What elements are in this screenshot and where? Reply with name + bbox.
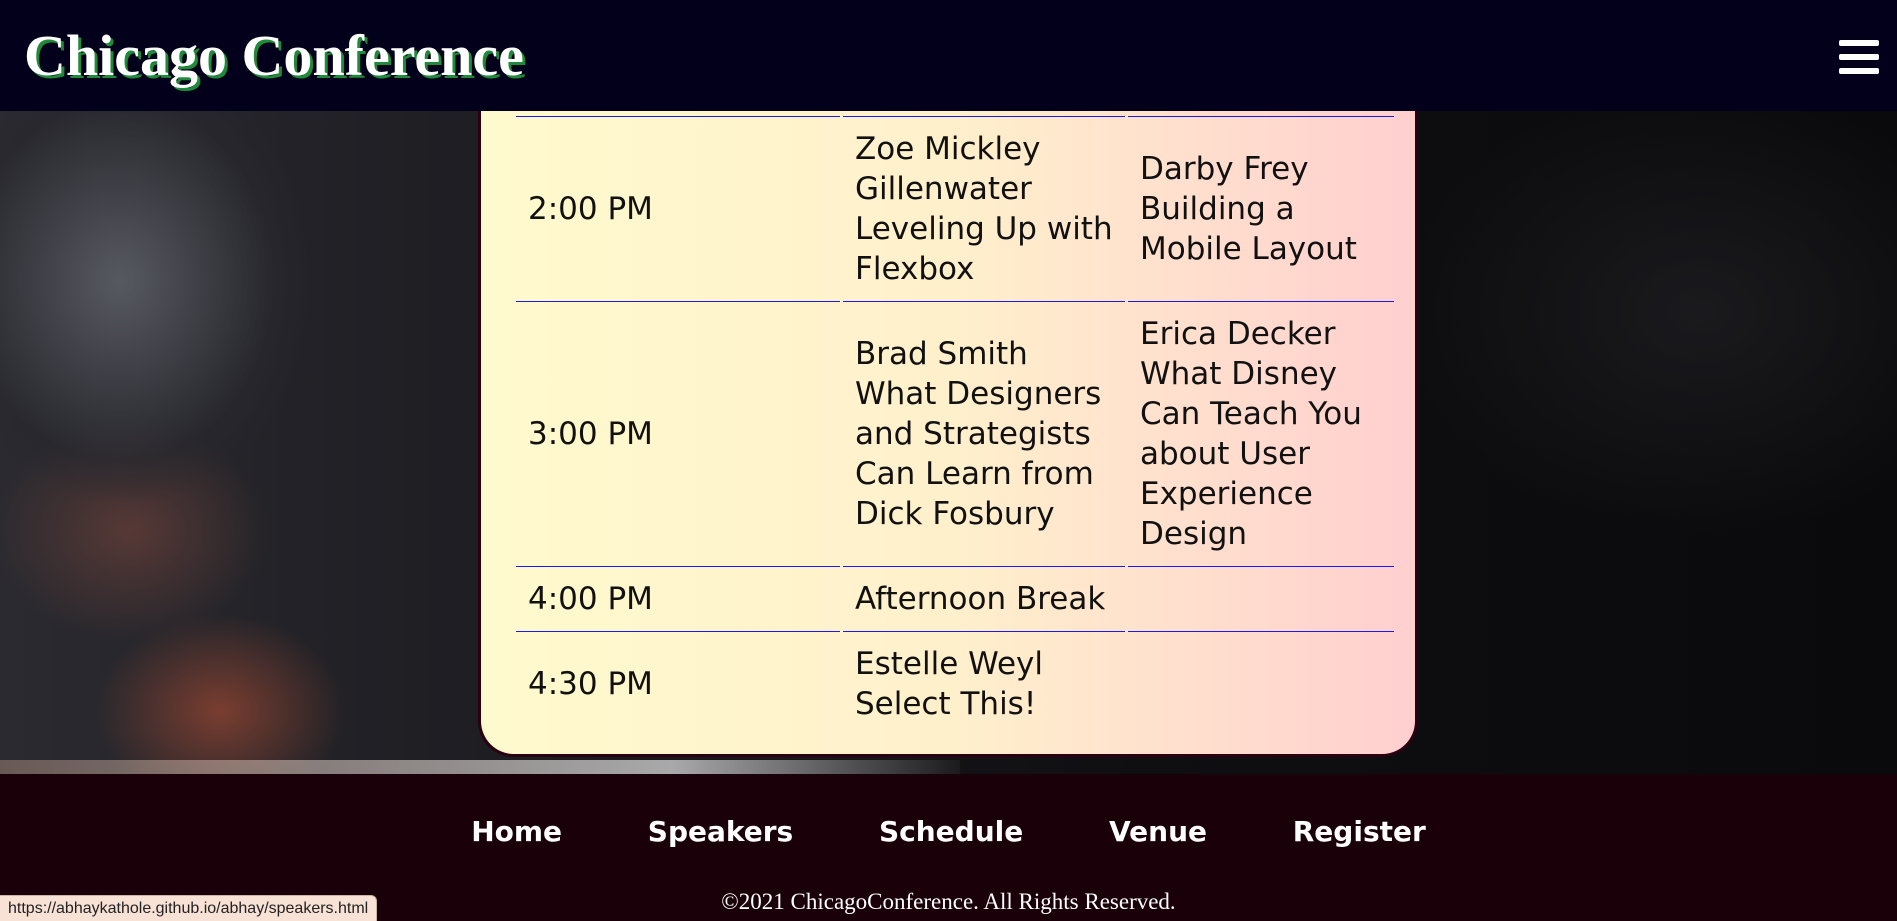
schedule-session-track-a: Brad Smith What Designers and Strategist… [843,301,1125,566]
schedule-time: 4:30 PM [516,631,840,736]
schedule-session-track-a: Estelle Weyl Select This! [843,631,1125,736]
footer-link-schedule[interactable]: Schedule [879,815,1023,848]
table-row: 4:30 PM Estelle Weyl Select This! [516,631,1394,736]
table-row: 4:00 PM Afternoon Break [516,566,1394,631]
schedule-session-track-b [1128,566,1394,631]
footer-link-home[interactable]: Home [471,815,562,848]
table-row: 2:00 PM Zoe Mickley Gillenwater Leveling… [516,116,1394,301]
background-photo-detail [0,760,960,774]
site-header: Chicago Conference [0,0,1897,111]
schedule-session-track-b [1128,631,1394,736]
hamburger-bar [1839,40,1879,46]
status-bar-url: https://abhaykathole.github.io/abhay/spe… [0,895,378,921]
schedule-time: 3:00 PM [516,301,840,566]
footer-link-speakers[interactable]: Speakers [648,815,793,848]
hamburger-bar [1839,54,1879,60]
hamburger-menu-icon[interactable] [1839,40,1879,74]
schedule-session-track-b: Darby Frey Building a Mobile Layout [1128,116,1394,301]
footer-link-register[interactable]: Register [1293,815,1426,848]
schedule-session-track-a: Afternoon Break [843,566,1125,631]
footer-link-venue[interactable]: Venue [1109,815,1207,848]
schedule-session-track-b: Erica Decker What Disney Can Teach You a… [1128,301,1394,566]
schedule-table: 2:00 PM Zoe Mickley Gillenwater Leveling… [513,116,1397,736]
hamburger-bar [1839,68,1879,74]
schedule-time: 4:00 PM [516,566,840,631]
table-row: 3:00 PM Brad Smith What Designers and St… [516,301,1394,566]
schedule-card: 2:00 PM Zoe Mickley Gillenwater Leveling… [478,111,1418,757]
site-title[interactable]: Chicago Conference [24,22,524,90]
footer-nav: Home Speakers Schedule Venue Register [0,814,1897,850]
schedule-time: 2:00 PM [516,116,840,301]
schedule-session-track-a: Zoe Mickley Gillenwater Leveling Up with… [843,116,1125,301]
